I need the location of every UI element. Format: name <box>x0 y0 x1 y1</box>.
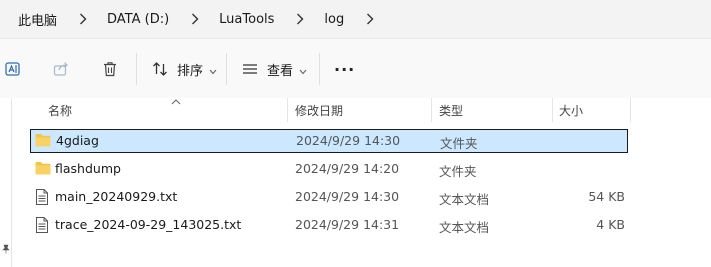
file-type: 文件夹 <box>440 136 478 151</box>
file-type: 文本文档 <box>439 192 490 207</box>
file-row[interactable]: trace_2024-09-29_143025.txt 2024/9/29 14… <box>30 213 628 237</box>
rename-icon <box>4 60 22 78</box>
column-divider[interactable] <box>630 98 631 122</box>
file-name: trace_2024-09-29_143025.txt <box>55 217 242 232</box>
folder-icon <box>35 161 51 178</box>
delete-button[interactable] <box>101 55 119 83</box>
chevron-right-icon[interactable] <box>360 0 380 38</box>
file-size: 4 KB <box>596 217 625 232</box>
chevron-down-icon <box>299 60 307 79</box>
view-button[interactable]: 查看 <box>241 55 307 83</box>
chevron-right-icon[interactable] <box>290 0 310 38</box>
folder-icon <box>35 133 51 150</box>
toolbar-separator <box>226 53 227 85</box>
breadcrumb-item-drive[interactable]: DATA (D:) <box>107 12 169 27</box>
toolbar-separator <box>136 53 137 85</box>
breadcrumb-item-log[interactable]: log <box>324 12 344 27</box>
file-type: 文件夹 <box>439 164 477 179</box>
navigation-pane-edge <box>0 98 12 267</box>
file-row-selected[interactable]: 4gdiag 2024/9/29 14:30 文件夹 <box>30 129 628 153</box>
column-divider[interactable] <box>287 98 288 122</box>
share-icon <box>52 60 70 78</box>
file-name: main_20240929.txt <box>55 189 178 204</box>
view-list-icon <box>241 60 259 78</box>
share-button[interactable] <box>52 55 70 83</box>
file-date: 2024/9/29 14:20 <box>295 161 400 176</box>
column-divider[interactable] <box>431 98 432 122</box>
column-header-size[interactable]: 大小 <box>559 102 583 119</box>
file-row[interactable]: flashdump 2024/9/29 14:20 文件夹 <box>30 157 628 181</box>
file-row[interactable]: main_20240929.txt 2024/9/29 14:30 文本文档 5… <box>30 185 628 209</box>
toolbar-separator <box>319 53 320 85</box>
column-header-row: 名称 修改日期 类型 大小 <box>12 98 711 122</box>
file-name: 4gdiag <box>56 133 99 148</box>
text-file-icon <box>35 189 49 208</box>
breadcrumb-item-luatools[interactable]: LuaTools <box>219 12 274 27</box>
chevron-right-icon[interactable] <box>73 0 93 38</box>
column-header-type[interactable]: 类型 <box>439 102 463 119</box>
view-label: 查看 <box>267 63 294 79</box>
file-list-pane: 名称 修改日期 类型 大小 4gdiag 2024/9/29 14:30 文件夹… <box>0 98 711 267</box>
trash-icon <box>101 60 119 78</box>
column-header-date[interactable]: 修改日期 <box>295 102 343 119</box>
sort-arrows-icon <box>151 60 169 78</box>
column-divider[interactable] <box>552 98 553 122</box>
more-icon: ··· <box>334 59 356 79</box>
command-bar: 排序 查看 ··· <box>0 38 711 98</box>
column-header-name[interactable]: 名称 <box>48 102 72 119</box>
chevron-down-icon <box>209 60 217 79</box>
breadcrumb-item-this-pc[interactable]: 此电脑 <box>18 10 57 29</box>
rename-button[interactable] <box>4 55 22 83</box>
file-name: flashdump <box>55 161 121 176</box>
file-type: 文本文档 <box>439 220 490 235</box>
file-date: 2024/9/29 14:30 <box>295 189 400 204</box>
file-date: 2024/9/29 14:30 <box>296 133 401 148</box>
breadcrumb: 此电脑 DATA (D:) LuaTools log <box>0 0 711 38</box>
sort-label: 排序 <box>177 63 204 79</box>
sort-button[interactable]: 排序 <box>151 55 217 83</box>
file-date: 2024/9/29 14:31 <box>295 217 400 232</box>
text-file-icon <box>35 217 49 236</box>
more-options-button[interactable]: ··· <box>334 55 355 83</box>
chevron-right-icon[interactable] <box>185 0 205 38</box>
pin-icon[interactable] <box>1 239 11 258</box>
file-size: 54 KB <box>588 189 625 204</box>
sort-ascending-icon <box>171 94 181 108</box>
